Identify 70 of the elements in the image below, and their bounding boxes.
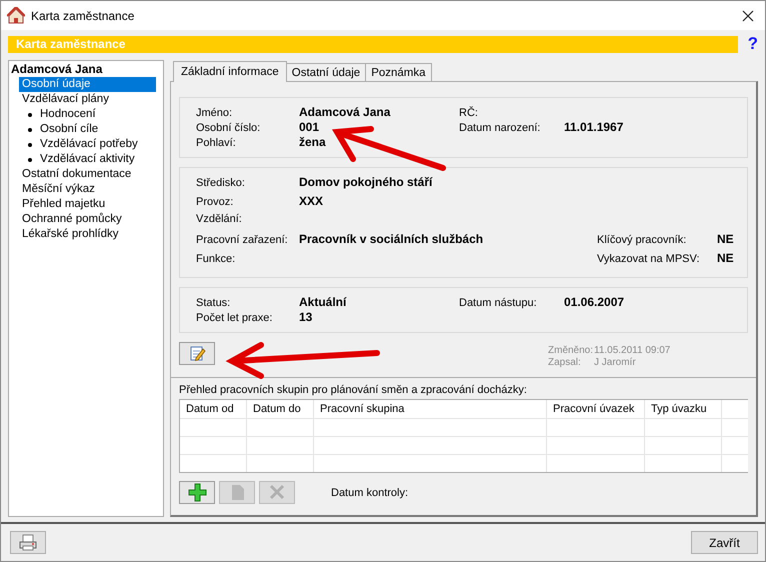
audit-label: Zapsal: <box>548 357 582 369</box>
tree-item[interactable]: Osobní cíle <box>25 122 98 137</box>
edit-icon <box>188 345 206 362</box>
field-label: Datum kontroly: <box>331 486 408 498</box>
print-button[interactable] <box>10 531 46 554</box>
column-header[interactable]: Datum od <box>180 400 247 418</box>
field-value: 01.06.2007 <box>564 295 624 309</box>
tree-item[interactable]: Lékařské prohlídky <box>19 227 119 242</box>
field-value: žena <box>299 135 326 149</box>
field-label: Vzdělání: <box>196 213 243 225</box>
tree-item[interactable]: Hodnocení <box>25 107 96 122</box>
field-label: RČ: <box>459 107 479 119</box>
column-header[interactable]: Pracovní úvazek <box>547 400 645 418</box>
audit-label: Změněno: <box>548 345 594 357</box>
field-value: 11.01.1967 <box>564 120 624 134</box>
tab[interactable]: Základní informace <box>173 61 287 82</box>
close-icon <box>742 10 754 22</box>
field-value: Aktuální <box>299 295 346 309</box>
field-label: Osobní číslo: <box>196 122 262 134</box>
field-value: 001 <box>299 120 320 134</box>
audit-value: J Jaromír <box>594 357 636 369</box>
tree-item[interactable]: Vzdělávací potřeby <box>25 137 138 152</box>
column-header[interactable]: Pracovní skupina <box>314 400 547 418</box>
field-label: Datum narození: <box>459 122 542 134</box>
bullet-icon <box>28 142 32 146</box>
close-button[interactable]: Zavřít <box>691 531 758 554</box>
tree-item[interactable]: Osobní údaje <box>19 77 156 92</box>
house-icon <box>7 7 25 24</box>
field-label: Počet let praxe: <box>196 312 274 324</box>
field-label: Datum nástupu: <box>459 297 538 309</box>
tree-item[interactable]: Přehled majetku <box>19 197 106 212</box>
field-label: Funkce: <box>196 253 236 265</box>
field-label: Vykazovat na MPSV: <box>597 253 701 265</box>
audit-value: 11.05.2011 09:07 <box>594 345 670 357</box>
field-value: NE <box>717 232 735 246</box>
form-title: Karta zaměstnance <box>8 36 738 53</box>
field-label: Klíčový pracovník: <box>597 234 688 246</box>
field-value: Domov pokojného stáří <box>299 175 432 189</box>
tree-item[interactable]: Vzdělávací plány <box>19 92 109 107</box>
tree-item[interactable]: Ochranné pomůcky <box>19 212 122 227</box>
delete-icon <box>268 483 286 502</box>
field-label: Středisko: <box>196 177 246 189</box>
field-label: Jméno: <box>196 107 234 119</box>
window-title: Karta zaměstnance <box>31 8 136 22</box>
column-header[interactable]: Typ úvazku <box>645 400 722 418</box>
plus-button[interactable] <box>179 481 215 504</box>
tree-item[interactable]: Vzdělávací aktivity <box>25 152 135 167</box>
field-label: Status: <box>196 297 232 309</box>
field-label: Pohlaví: <box>196 137 237 149</box>
tab[interactable]: Poznámka <box>365 63 432 81</box>
printer-icon <box>19 534 37 551</box>
table-caption: Přehled pracovních skupin pro plánování směn a zpracování docházky: <box>179 384 528 398</box>
field-label: Pracovní zařazení: <box>196 234 289 246</box>
tree-root[interactable]: Adamcová Jana <box>11 62 163 77</box>
bullet-icon <box>28 158 32 162</box>
field-value: Adamcová Jana <box>299 105 390 119</box>
field-value: Pracovník v sociálních službách <box>299 232 484 246</box>
tab[interactable]: Ostatní údaje <box>286 63 366 81</box>
bullet-icon <box>28 128 32 132</box>
plus-icon <box>188 483 206 502</box>
field-value: XXX <box>299 194 324 208</box>
help-link[interactable]: ? <box>738 34 758 54</box>
bullet-icon <box>28 112 32 116</box>
column-header[interactable]: Datum do <box>247 400 314 418</box>
field-value: 13 <box>299 310 312 324</box>
tree-item[interactable]: Ostatní dokumentace <box>19 167 132 182</box>
field-label: Provoz: <box>196 196 234 208</box>
tree-item[interactable]: Měsíční výkaz <box>19 182 95 197</box>
edit-button[interactable] <box>179 342 215 365</box>
field-value: NE <box>717 251 735 265</box>
